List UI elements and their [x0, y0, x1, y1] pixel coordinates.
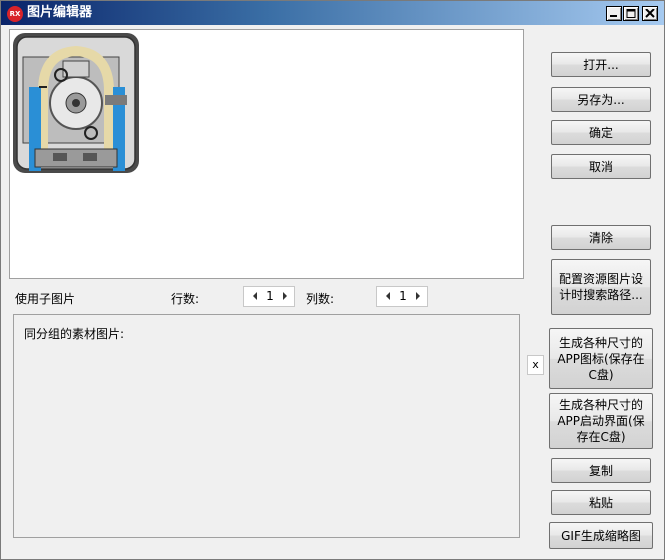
- app-logo-icon: RX: [7, 6, 23, 22]
- maximize-icon: [626, 9, 636, 18]
- maximize-button[interactable]: [623, 6, 639, 21]
- increment-icon[interactable]: [416, 292, 420, 300]
- decrement-icon[interactable]: [253, 292, 257, 300]
- clear-button[interactable]: 清除: [551, 225, 651, 250]
- open-button[interactable]: 打开...: [551, 52, 651, 77]
- use-sub-image-label[interactable]: 使用子图片: [15, 290, 75, 307]
- rows-value[interactable]: 1: [262, 289, 278, 303]
- decrement-icon[interactable]: [386, 292, 390, 300]
- close-icon: [645, 9, 655, 18]
- rows-label: 行数:: [171, 292, 200, 306]
- pump-image: [13, 33, 139, 173]
- ok-button[interactable]: 确定: [551, 120, 651, 145]
- save-as-button[interactable]: 另存为...: [551, 87, 651, 112]
- generate-app-icons-button[interactable]: 生成各种尺寸的APP图标(保存在C盘): [549, 328, 653, 389]
- minimize-icon: [610, 15, 617, 17]
- cols-value[interactable]: 1: [395, 289, 411, 303]
- remove-x-button[interactable]: x: [527, 355, 544, 375]
- gif-thumbnail-button[interactable]: GIF生成缩略图: [549, 522, 653, 549]
- copy-button[interactable]: 复制: [551, 458, 651, 483]
- cols-label: 列数:: [306, 292, 335, 306]
- rows-stepper[interactable]: 1: [243, 286, 295, 307]
- minimize-button[interactable]: [606, 6, 622, 21]
- image-preview-panel[interactable]: [9, 29, 524, 279]
- title-bar[interactable]: RX 图片编辑器: [1, 1, 664, 25]
- increment-icon[interactable]: [283, 292, 287, 300]
- image-editor-window: RX 图片编辑器 使用子图片 行数: 1 列数: 1 同分组的素材图片: x 打…: [0, 0, 665, 560]
- window-title: 图片编辑器: [27, 5, 93, 20]
- materials-title: 同分组的素材图片:: [24, 327, 125, 341]
- cols-stepper[interactable]: 1: [376, 286, 428, 307]
- close-button[interactable]: [642, 6, 658, 21]
- config-search-path-button[interactable]: 配置资源图片设计时搜索路径...: [551, 259, 651, 315]
- generate-splash-button[interactable]: 生成各种尺寸的APP启动界面(保存在C盘): [549, 393, 653, 449]
- paste-button[interactable]: 粘贴: [551, 490, 651, 515]
- group-materials-panel[interactable]: 同分组的素材图片:: [13, 314, 520, 538]
- cancel-button[interactable]: 取消: [551, 154, 651, 179]
